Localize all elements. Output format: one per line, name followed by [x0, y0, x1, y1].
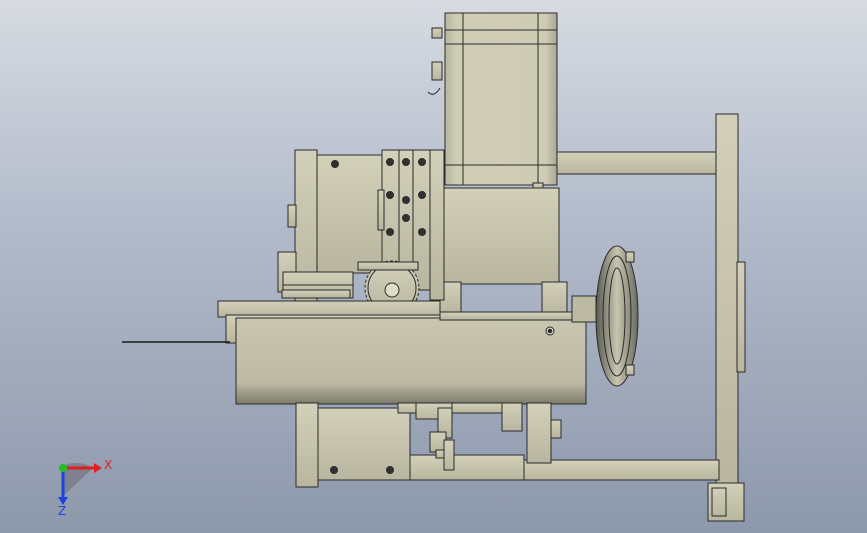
x-axis-label: X — [104, 458, 112, 472]
y-axis-dot — [59, 464, 67, 472]
cad-viewport[interactable]: X Z — [0, 0, 867, 533]
z-axis-label: Z — [58, 504, 66, 518]
clamp-lever — [281, 271, 354, 299]
lower-support-rail — [523, 459, 720, 481]
cad-drawing: X Z — [58, 12, 746, 522]
main-body — [235, 311, 587, 405]
coordinate-triad: X Z — [58, 458, 112, 518]
x-axis-arrowhead — [94, 463, 102, 473]
motor-housing — [427, 12, 558, 190]
